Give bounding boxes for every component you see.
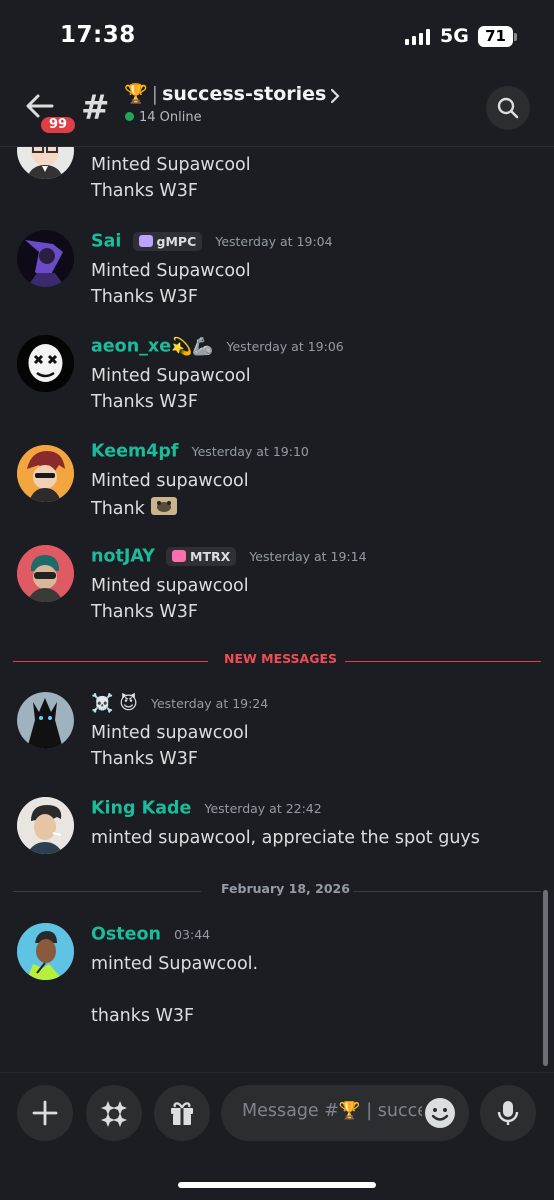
message-text: Minted Supawcool Thanks W3F bbox=[91, 366, 251, 412]
channel-title[interactable]: 🏆 | success-stories bbox=[124, 82, 326, 105]
avatar[interactable] bbox=[17, 923, 74, 980]
author-name[interactable]: ☠️ 😈 bbox=[91, 693, 138, 714]
hash-icon: # bbox=[81, 88, 110, 128]
message-input-placeholder: Message #🏆 | success-stories bbox=[242, 1101, 422, 1121]
message-text: Minted supawcool Thank bbox=[91, 468, 249, 524]
channel-header: 99 # 🏆 | success-stories 14 Online bbox=[0, 72, 554, 147]
author-name[interactable]: Osteon bbox=[91, 925, 161, 945]
timestamp: Yesterday at 19:04 bbox=[215, 234, 333, 249]
message-text: Minted supawcool Thanks W3F bbox=[91, 723, 249, 769]
message-header: Osteon 03:44 bbox=[91, 924, 210, 948]
avatar[interactable] bbox=[17, 230, 74, 287]
pug-emoji-icon bbox=[150, 494, 178, 524]
avatar[interactable] bbox=[17, 445, 74, 502]
channel-sep: | bbox=[151, 83, 159, 105]
author-name[interactable]: notJAY bbox=[91, 547, 155, 567]
message-text: minted supawcool, appreciate the spot gu… bbox=[91, 828, 480, 848]
chevron-right-icon[interactable] bbox=[328, 86, 342, 106]
author-name[interactable]: Keem4pf bbox=[91, 442, 179, 462]
author-name[interactable]: aeon_xe bbox=[91, 337, 171, 357]
message-header: Keem4pf Yesterday at 19:10 bbox=[91, 441, 309, 465]
message-text: minted Supawcool. thanks W3F bbox=[91, 954, 259, 1026]
unread-badge: 99 bbox=[38, 114, 78, 136]
battery-cap bbox=[514, 33, 517, 41]
online-count: 14 Online bbox=[125, 110, 202, 125]
new-messages-divider: NEW MESSAGES bbox=[13, 651, 541, 671]
server-tag[interactable]: gMPC bbox=[132, 232, 203, 251]
composer-bar: Message #🏆 | success-stories bbox=[0, 1072, 554, 1200]
status-bar: 17:38 5G 71 bbox=[0, 0, 554, 72]
apps-button[interactable] bbox=[86, 1085, 142, 1141]
network-type: 5G bbox=[440, 25, 469, 47]
avatar[interactable] bbox=[17, 147, 74, 179]
add-attachment-button[interactable] bbox=[17, 1085, 73, 1141]
signal-icon bbox=[405, 29, 431, 45]
date-divider: February 18, 2026 bbox=[13, 881, 541, 901]
message-text: Minted Supawcool Thanks W3F bbox=[91, 155, 251, 201]
avatar[interactable] bbox=[17, 335, 74, 392]
heart-icon bbox=[138, 235, 153, 247]
author-name[interactable]: Sai bbox=[91, 232, 121, 252]
home-indicator[interactable] bbox=[178, 1182, 376, 1188]
author-emojis: 💫🦾 bbox=[171, 336, 214, 357]
message-header: Sai gMPC Yesterday at 19:04 bbox=[91, 231, 333, 255]
timestamp: Yesterday at 22:42 bbox=[204, 801, 322, 816]
sparkle-apps-icon bbox=[101, 1101, 127, 1127]
message-text: Minted supawcool Thanks W3F bbox=[91, 576, 249, 622]
plus-icon bbox=[32, 1100, 58, 1126]
battery-icon: 71 bbox=[478, 26, 513, 47]
message-header: King Kade Yesterday at 22:42 bbox=[91, 798, 322, 822]
message-list[interactable]: Minted Supawcool Thanks W3F Sai gMPC Yes… bbox=[0, 147, 554, 1072]
message-header: aeon_xe💫🦾 Yesterday at 19:06 bbox=[91, 336, 344, 360]
author-name[interactable]: King Kade bbox=[91, 799, 191, 819]
server-tag[interactable]: MTRX bbox=[166, 547, 237, 566]
search-button[interactable] bbox=[486, 86, 530, 130]
emoji-picker-icon[interactable] bbox=[424, 1097, 456, 1129]
online-dot-icon bbox=[125, 112, 134, 121]
gift-icon bbox=[171, 1102, 193, 1125]
message-header: notJAY MTRX Yesterday at 19:14 bbox=[91, 546, 367, 570]
search-icon bbox=[497, 97, 519, 119]
message-header: ☠️ 😈 Yesterday at 19:24 bbox=[91, 693, 268, 717]
microphone-icon bbox=[497, 1101, 519, 1125]
avatar[interactable] bbox=[17, 692, 74, 749]
message-text: Minted Supawcool Thanks W3F bbox=[91, 261, 251, 307]
status-time: 17:38 bbox=[60, 22, 136, 48]
timestamp: Yesterday at 19:10 bbox=[191, 444, 309, 459]
voice-message-button[interactable] bbox=[480, 1085, 536, 1141]
avatar[interactable] bbox=[17, 797, 74, 854]
message-input[interactable]: Message #🏆 | success-stories bbox=[221, 1085, 469, 1141]
timestamp: 03:44 bbox=[174, 927, 211, 942]
flame-icon bbox=[172, 550, 186, 562]
channel-emoji: 🏆 bbox=[124, 83, 148, 105]
channel-name: success-stories bbox=[162, 83, 327, 105]
avatar[interactable] bbox=[17, 545, 74, 602]
timestamp: Yesterday at 19:14 bbox=[249, 549, 367, 564]
timestamp: Yesterday at 19:24 bbox=[151, 696, 269, 711]
scrollbar[interactable] bbox=[543, 890, 548, 1066]
timestamp: Yesterday at 19:06 bbox=[226, 339, 344, 354]
gift-button[interactable] bbox=[154, 1085, 210, 1141]
